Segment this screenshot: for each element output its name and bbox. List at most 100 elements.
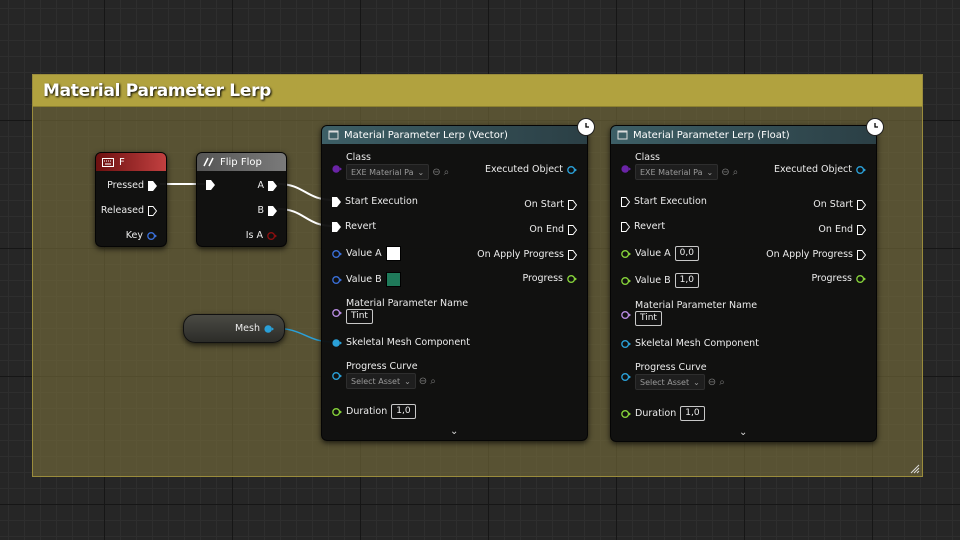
exec-pin-empty-icon[interactable] (568, 224, 577, 235)
object-pin-icon[interactable] (567, 165, 577, 175)
pin-b[interactable]: B (257, 205, 277, 216)
pin-class[interactable]: Class EXE Material Pa ⌄ ⊖ ⌕ (332, 152, 449, 180)
exec-pin-empty-icon[interactable] (568, 199, 577, 210)
exec-pin-empty-icon[interactable] (857, 199, 866, 210)
pin-material-parameter-name[interactable]: Material Parameter Name Tint (332, 298, 468, 324)
object-pin-icon[interactable] (332, 338, 342, 348)
pin-start-execution[interactable]: Start Execution (332, 196, 418, 207)
pin-value-b[interactable]: Value B (332, 272, 401, 287)
float-pin-icon[interactable] (332, 407, 342, 417)
pin-on-apply-progress[interactable]: On Apply Progress (766, 249, 866, 260)
pin-on-start[interactable]: On Start (524, 199, 577, 210)
object-pin-icon[interactable] (621, 372, 631, 382)
vector-pin-icon[interactable] (332, 249, 342, 259)
browse-search-icon[interactable]: ⌕ (733, 167, 739, 178)
lerp-vector-header[interactable]: Material Parameter Lerp (Vector) (322, 126, 587, 144)
mesh-variable-node[interactable]: Mesh (183, 314, 285, 343)
asset-dropdown[interactable]: Select Asset ⌄ (346, 373, 416, 389)
float-pin-icon[interactable] (567, 274, 577, 284)
exec-pin-empty-icon[interactable] (857, 249, 866, 260)
param-name-input[interactable]: Tint (346, 309, 373, 324)
exec-pin-filled-icon[interactable] (148, 180, 157, 191)
pin-a[interactable]: A (258, 180, 277, 191)
exec-pin-filled-icon[interactable] (332, 221, 341, 232)
pin-on-start[interactable]: On Start (813, 199, 866, 210)
browse-search-icon[interactable]: ⌕ (444, 167, 450, 178)
object-pin-icon[interactable] (332, 371, 342, 381)
pin-revert[interactable]: Revert (332, 221, 376, 232)
class-dropdown[interactable]: EXE Material Pa ⌄ (346, 164, 430, 180)
vector-pin-icon[interactable] (332, 275, 342, 285)
float-pin-icon[interactable] (621, 249, 631, 259)
use-selected-icon[interactable]: ⊖ (721, 167, 729, 178)
lerp-float-header[interactable]: Material Parameter Lerp (Float) (611, 126, 876, 144)
pin-value-a[interactable]: Value A (332, 246, 401, 261)
duration-input[interactable]: 1,0 (680, 406, 705, 421)
exec-pin-empty-icon[interactable] (568, 249, 577, 260)
key-node-header[interactable]: F (96, 153, 166, 171)
pin-progress-curve[interactable]: Progress Curve Select Asset ⌄ ⊖ ⌕ (621, 362, 725, 390)
value-a-input[interactable]: 0,0 (674, 246, 699, 261)
pin-key[interactable]: Key (126, 230, 157, 241)
pin-material-parameter-name[interactable]: Material Parameter Name Tint (621, 300, 757, 326)
pin-on-end[interactable]: On End (818, 224, 866, 235)
bool-pin-icon[interactable] (267, 231, 277, 241)
flipflop-node-header[interactable]: Flip Flop (197, 153, 286, 171)
class-pin-icon[interactable] (621, 164, 631, 174)
pin-on-apply-progress[interactable]: On Apply Progress (477, 249, 577, 260)
class-dropdown[interactable]: EXE Material Pa ⌄ (635, 164, 719, 180)
pin-progress[interactable]: Progress (811, 273, 866, 284)
pin-start-execution[interactable]: Start Execution (621, 196, 707, 207)
asset-dropdown[interactable]: Select Asset ⌄ (635, 374, 705, 390)
exec-pin-filled-icon[interactable] (268, 180, 277, 191)
pin-executed-object[interactable]: Executed Object (485, 164, 577, 175)
expand-chevron-icon[interactable]: ⌄ (739, 427, 747, 438)
value-b-color-swatch[interactable] (385, 272, 401, 287)
pin-skeletal-mesh-component[interactable]: Skeletal Mesh Component (621, 338, 759, 349)
duration-input[interactable]: 1,0 (391, 404, 416, 419)
pin-class[interactable]: Class EXE Material Pa ⌄ ⊖ ⌕ (621, 152, 738, 180)
param-name-input[interactable]: Tint (635, 311, 662, 326)
pin-pressed[interactable]: Pressed (107, 180, 157, 191)
lerp-float-node[interactable]: Material Parameter Lerp (Float) Class EX… (610, 118, 884, 442)
object-pin-icon[interactable] (856, 165, 866, 175)
browse-search-icon[interactable]: ⌕ (430, 376, 436, 387)
class-pin-icon[interactable] (332, 164, 342, 174)
float-pin-icon[interactable] (856, 274, 866, 284)
pin-flipflop-exec-in[interactable] (206, 180, 215, 190)
exec-pin-filled-icon[interactable] (268, 205, 277, 216)
value-a-color-swatch[interactable] (385, 246, 401, 261)
pin-released[interactable]: Released (101, 205, 157, 216)
use-selected-icon[interactable]: ⊖ (708, 377, 716, 388)
pin-value-a[interactable]: Value A 0,0 (621, 246, 699, 261)
object-pin-icon[interactable] (621, 339, 631, 349)
expand-chevron-icon[interactable]: ⌄ (450, 426, 458, 437)
lerp-vector-node[interactable]: Material Parameter Lerp (Vector) Class E… (321, 118, 595, 441)
pin-mesh[interactable]: Mesh (235, 323, 274, 334)
flipflop-node[interactable]: Flip Flop A B Is A (196, 152, 287, 247)
pin-duration[interactable]: Duration 1,0 (621, 406, 705, 421)
float-pin-icon[interactable] (621, 276, 631, 286)
exec-pin-empty-icon[interactable] (621, 196, 630, 207)
pin-on-end[interactable]: On End (529, 224, 577, 235)
exec-pin-empty-icon[interactable] (857, 224, 866, 235)
pin-duration[interactable]: Duration 1,0 (332, 404, 416, 419)
value-b-input[interactable]: 1,0 (674, 273, 699, 288)
pin-is-a[interactable]: Is A (246, 230, 277, 241)
use-selected-icon[interactable]: ⊖ (432, 167, 440, 178)
pin-skeletal-mesh-component[interactable]: Skeletal Mesh Component (332, 337, 470, 348)
pin-progress-curve[interactable]: Progress Curve Select Asset ⌄ ⊖ ⌕ (332, 361, 436, 389)
pin-revert[interactable]: Revert (621, 221, 665, 232)
struct-pin-icon[interactable] (147, 231, 157, 241)
browse-search-icon[interactable]: ⌕ (719, 377, 725, 388)
object-pin-icon[interactable] (264, 324, 274, 334)
pin-executed-object[interactable]: Executed Object (774, 164, 866, 175)
exec-pin-filled-icon[interactable] (206, 180, 215, 190)
name-pin-icon[interactable] (621, 310, 631, 320)
exec-pin-empty-icon[interactable] (621, 221, 630, 232)
float-pin-icon[interactable] (621, 409, 631, 419)
exec-pin-filled-icon[interactable] (332, 196, 341, 207)
exec-pin-empty-icon[interactable] (148, 205, 157, 216)
name-pin-icon[interactable] (332, 308, 342, 318)
pin-value-b[interactable]: Value B 1,0 (621, 273, 699, 288)
